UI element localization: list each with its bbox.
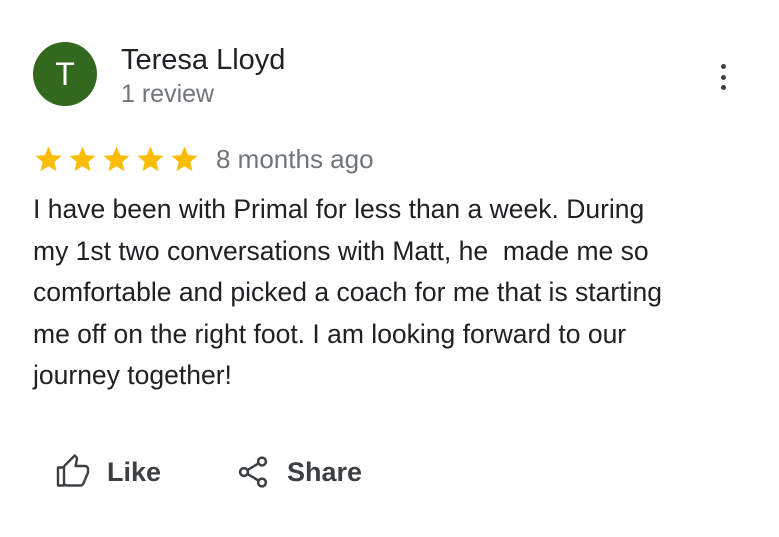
star-icon — [69, 146, 96, 171]
avatar-initial: T — [55, 55, 75, 92]
avatar[interactable]: T — [33, 42, 97, 106]
review-card: T Teresa Lloyd 1 review 8 months ago I h… — [0, 0, 779, 537]
reviewer-name[interactable]: Teresa Lloyd — [121, 42, 285, 78]
like-button[interactable]: Like — [55, 450, 161, 494]
star-icon — [171, 146, 198, 171]
like-label: Like — [107, 456, 162, 487]
review-text: I have been with Primal for less than a … — [33, 194, 662, 390]
more-vert-icon-dot — [720, 74, 726, 80]
review-time: 8 months ago — [216, 143, 374, 174]
review-actions: Like Share — [55, 450, 362, 494]
share-label: Share — [287, 456, 363, 487]
more-options-button[interactable] — [708, 60, 738, 94]
star-icon — [35, 146, 62, 171]
reviewer-review-count[interactable]: 1 review — [121, 78, 214, 110]
star-rating — [33, 144, 203, 175]
star-icon — [103, 146, 130, 171]
rating-row: 8 months ago — [33, 141, 374, 177]
more-vert-icon-dot — [720, 85, 726, 90]
share-button[interactable]: Share — [235, 450, 362, 494]
share-icon — [238, 456, 268, 488]
star-icon — [137, 146, 164, 171]
thumb-up-icon — [56, 454, 90, 487]
more-vert-icon-dot — [720, 64, 726, 69]
